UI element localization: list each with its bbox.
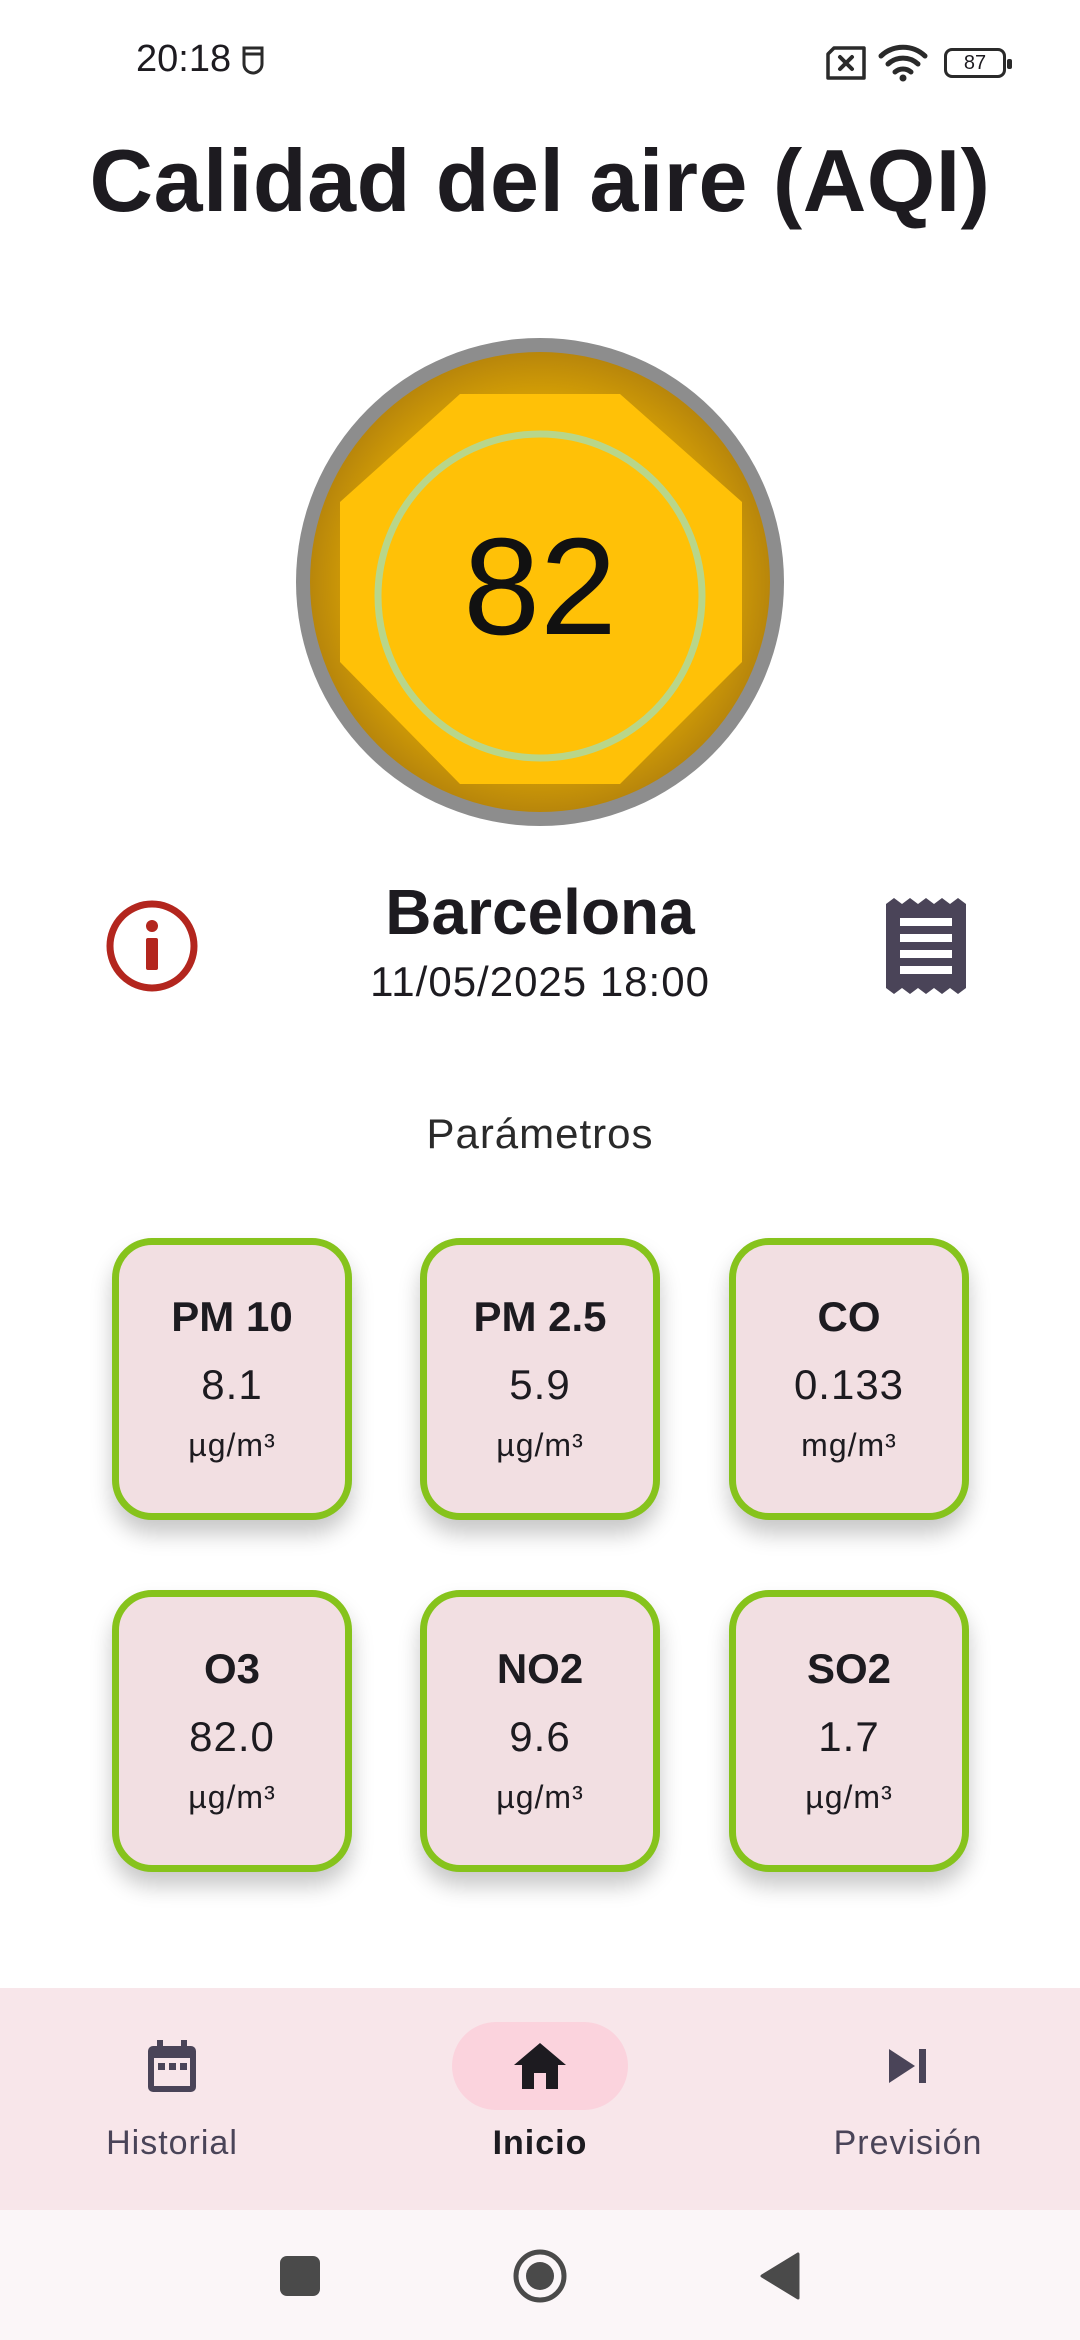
back-icon[interactable] (750, 2246, 810, 2306)
nav-label-prevision: Previsión (833, 2124, 983, 2162)
param-unit: µg/m³ (496, 1427, 584, 1463)
param-value: 82.0 (189, 1713, 275, 1760)
param-name: PM 2.5 (473, 1293, 607, 1340)
aqi-gauge: 82 (292, 334, 788, 830)
sim-off-icon (826, 46, 866, 80)
battery-icon: 87 (944, 48, 1012, 78)
param-value: 1.7 (818, 1713, 880, 1760)
skip-next-icon (820, 2022, 996, 2110)
param-value: 9.6 (509, 1713, 571, 1760)
system-navigation-bar (0, 2210, 1080, 2340)
aqi-value: 82 (463, 509, 617, 664)
param-unit: µg/m³ (188, 1427, 276, 1463)
nav-label-historial: Historial (106, 2124, 238, 2162)
param-value: 5.9 (509, 1361, 571, 1408)
param-unit: µg/m³ (496, 1779, 584, 1815)
status-time: 20:18 (136, 38, 232, 80)
home-icon (452, 2022, 628, 2110)
wifi-icon (878, 44, 928, 82)
page-title: Calidad del aire (AQI) (89, 131, 991, 230)
param-name: SO2 (806, 1645, 892, 1692)
nav-item-prevision[interactable]: Previsión (758, 1988, 1058, 2210)
recents-icon[interactable] (270, 2246, 330, 2306)
receipt-icon[interactable] (880, 896, 972, 996)
calendar-icon (84, 2022, 260, 2110)
nav-item-inicio[interactable]: Inicio (390, 1988, 690, 2210)
param-card-pm25[interactable]: PM 2.5 5.9 µg/m³ (420, 1238, 660, 1520)
param-unit: µg/m³ (188, 1779, 276, 1815)
status-bar: 20:18 87 (0, 0, 1080, 120)
bottom-navigation: Historial Inicio Previsión (0, 1988, 1080, 2210)
face-notification-icon (242, 46, 264, 75)
param-unit: mg/m³ (801, 1427, 897, 1463)
param-card-so2[interactable]: SO2 1.7 µg/m³ (729, 1590, 969, 1872)
param-card-no2[interactable]: NO2 9.6 µg/m³ (420, 1590, 660, 1872)
param-value: 0.133 (793, 1361, 905, 1408)
param-name: O3 (203, 1645, 261, 1692)
param-value: 8.1 (201, 1361, 263, 1408)
nav-label-inicio: Inicio (492, 2124, 588, 2162)
parameters-title: Parámetros (426, 1110, 654, 1157)
param-name: PM 10 (171, 1293, 293, 1340)
param-name: CO (817, 1293, 881, 1340)
param-unit: µg/m³ (805, 1779, 893, 1815)
param-card-pm10[interactable]: PM 10 8.1 µg/m³ (112, 1238, 352, 1520)
param-name: NO2 (496, 1645, 584, 1692)
param-card-co[interactable]: CO 0.133 mg/m³ (729, 1238, 969, 1520)
nav-item-historial[interactable]: Historial (22, 1988, 322, 2210)
battery-level: 87 (963, 51, 987, 74)
home-circle-icon[interactable] (510, 2246, 570, 2306)
param-card-o3[interactable]: O3 82.0 µg/m³ (112, 1590, 352, 1872)
